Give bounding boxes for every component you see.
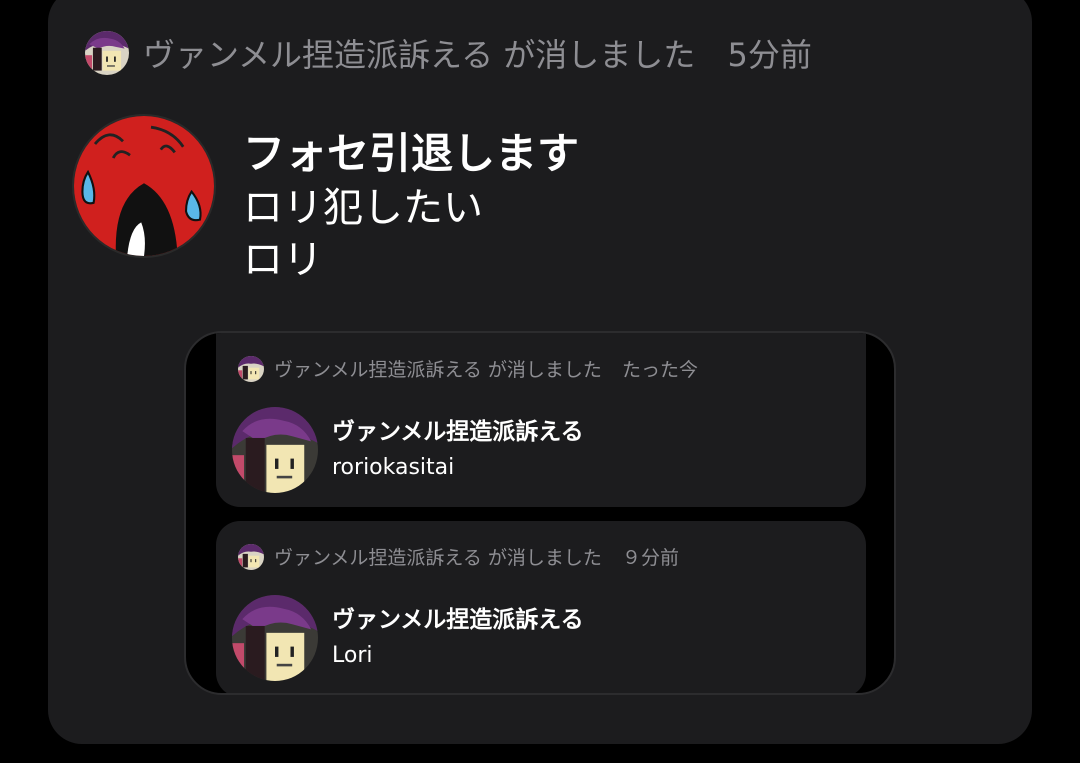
- avatar[interactable]: [232, 407, 318, 493]
- quoted-author[interactable]: ヴァンメル捏造派訴える: [332, 414, 584, 450]
- quoted-post[interactable]: ヴァンメル捏造派訴える が消しました たった今 ヴァンメル捏造派訴える rori…: [216, 333, 866, 507]
- avatar[interactable]: [238, 355, 264, 382]
- notice-time: ９分前: [621, 547, 679, 569]
- avatar[interactable]: [232, 595, 318, 681]
- post-title: フォセ引退します: [243, 129, 580, 178]
- post-body: フォセ引退します ロリ犯したい ロリ: [243, 126, 579, 286]
- deleted-notice: ヴァンメル捏造派訴える が消しました たった今: [238, 355, 698, 382]
- quoted-post[interactable]: ヴァンメル捏造派訴える が消しました ９分前 ヴァンメル捏造派訴える Lori: [216, 521, 866, 693]
- notice-user[interactable]: ヴァンメル捏造派訴える: [274, 359, 482, 381]
- notice-user[interactable]: ヴァンメル捏造派訴える: [274, 547, 482, 569]
- deleted-notice: ヴァンメル捏造派訴える が消しました ９分前: [238, 543, 679, 570]
- quoted-author[interactable]: ヴァンメル捏造派訴える: [332, 602, 584, 638]
- quoted-posts: ヴァンメル捏造派訴える が消しました たった今 ヴァンメル捏造派訴える rori…: [184, 331, 896, 695]
- avatar[interactable]: [238, 543, 264, 570]
- notice-action: が消しました: [503, 36, 696, 74]
- quoted-post-body: ヴァンメル捏造派訴える roriokasitai: [232, 407, 584, 493]
- quoted-content: roriokasitai: [332, 455, 455, 480]
- notice-time: たった今: [621, 359, 698, 381]
- quoted-content: Lori: [332, 643, 373, 668]
- notice-user[interactable]: ヴァンメル捏造派訴える: [143, 36, 493, 74]
- post-line-2: ロリ: [243, 237, 323, 283]
- notice-time: 5分前: [727, 36, 812, 74]
- avatar[interactable]: [85, 31, 129, 75]
- notice-action: が消しました: [487, 547, 602, 569]
- author-avatar[interactable]: [72, 114, 216, 258]
- quoted-post-body: ヴァンメル捏造派訴える Lori: [232, 595, 584, 681]
- notice-action: が消しました: [487, 359, 602, 381]
- post-line-1: ロリ犯したい: [243, 185, 483, 231]
- deleted-notice: ヴァンメル捏造派訴える が消しました 5分前: [85, 30, 812, 76]
